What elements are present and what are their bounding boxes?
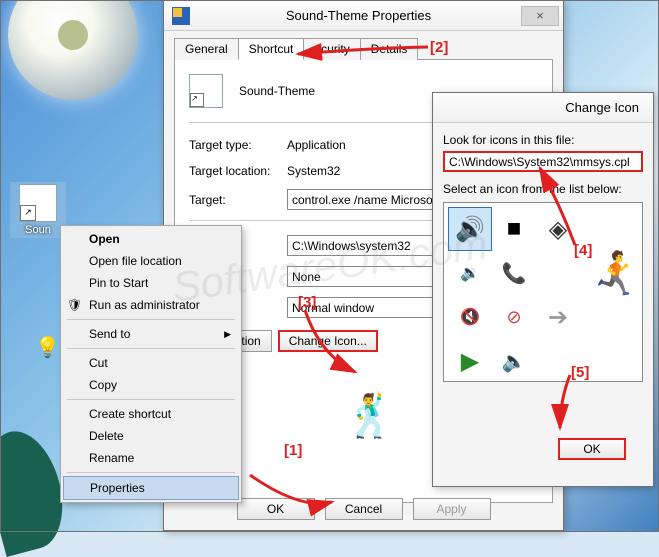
chevron-right-icon: ▶ — [224, 329, 231, 340]
icon-option-black[interactable]: ■ — [492, 207, 536, 251]
change-icon-button[interactable]: Change Icon... — [278, 330, 378, 352]
icon-option-vol-small[interactable]: 🔉 — [448, 251, 492, 295]
annotation-1: [1] — [284, 442, 302, 459]
annotation-4: [4] — [574, 242, 592, 259]
select-label: Select an icon from the list below: — [443, 182, 643, 196]
ctx-properties[interactable]: Properties — [63, 476, 239, 500]
shield-icon — [67, 298, 82, 312]
ctx-cut[interactable]: Cut — [63, 352, 239, 374]
ci-ok-button[interactable]: OK — [558, 438, 626, 460]
target-label: Target: — [189, 193, 287, 207]
icon-path-input[interactable] — [443, 151, 643, 172]
close-button[interactable]: × — [521, 6, 559, 26]
separator — [67, 472, 235, 473]
separator — [67, 399, 235, 400]
ci-title: Change Icon — [441, 100, 649, 115]
annotation-2: [2] — [430, 39, 448, 56]
desktop-shortcut-sound[interactable]: Soun — [10, 182, 66, 238]
cancel-button[interactable]: Cancel — [325, 498, 403, 520]
icon-option-arrow[interactable]: ➔ — [536, 295, 580, 339]
tab-shortcut[interactable]: Shortcut — [238, 38, 305, 60]
ctx-delete[interactable]: Delete — [63, 425, 239, 447]
tab-strip: General Shortcut ecurity Details — [174, 37, 553, 59]
stick-figure-decoration: 🏃 — [590, 250, 642, 299]
target-type-label: Target type: — [189, 138, 287, 152]
icon-option-play[interactable]: ▶ — [448, 339, 492, 382]
ok-button[interactable]: OK — [237, 498, 315, 520]
icon-option-no[interactable]: ⊘ — [492, 295, 536, 339]
ctx-rename[interactable]: Rename — [63, 447, 239, 469]
header-name: Sound-Theme — [239, 84, 315, 98]
icon-option-speaker2[interactable]: 🔈 — [492, 339, 536, 382]
ctx-run-as-admin[interactable]: Run as administrator — [63, 294, 239, 316]
annotation-5: [5] — [571, 364, 589, 381]
ctx-copy[interactable]: Copy — [63, 374, 239, 396]
ctx-open-location[interactable]: Open file location — [63, 250, 239, 272]
icon-option-speaker[interactable]: 🔊 — [448, 207, 492, 251]
apply-button[interactable]: Apply — [413, 498, 491, 520]
tab-details[interactable]: Details — [360, 38, 419, 60]
desktop-icon-label: Soun — [25, 224, 51, 236]
tab-general[interactable]: General — [174, 38, 239, 60]
icon-option-phone[interactable]: 📞 — [492, 251, 536, 295]
ctx-send-to[interactable]: Send to▶ — [63, 323, 239, 345]
target-location-label: Target location: — [189, 164, 287, 178]
look-label: Look for icons in this file: — [443, 133, 643, 147]
annotation-3: [3] — [298, 294, 316, 311]
ci-titlebar[interactable]: Change Icon — [433, 93, 653, 123]
header-icon — [189, 74, 223, 108]
ctx-create-shortcut[interactable]: Create shortcut — [63, 403, 239, 425]
stick-figure-decoration: 🕺 — [344, 392, 396, 441]
wallpaper-flower — [8, 0, 138, 100]
ctx-pin-to-start[interactable]: Pin to Start — [63, 272, 239, 294]
window-title: Sound-Theme Properties — [196, 8, 521, 23]
titlebar[interactable]: Sound-Theme Properties × — [164, 1, 563, 31]
shortcut-icon — [19, 184, 57, 222]
tab-security[interactable]: ecurity — [303, 38, 360, 60]
separator — [67, 348, 235, 349]
separator — [67, 319, 235, 320]
title-icon — [172, 7, 190, 25]
icon-option-vol-mute[interactable]: 🔇 — [448, 295, 492, 339]
context-menu: Open Open file location Pin to Start Run… — [60, 225, 242, 503]
ctx-open[interactable]: Open — [63, 228, 239, 250]
